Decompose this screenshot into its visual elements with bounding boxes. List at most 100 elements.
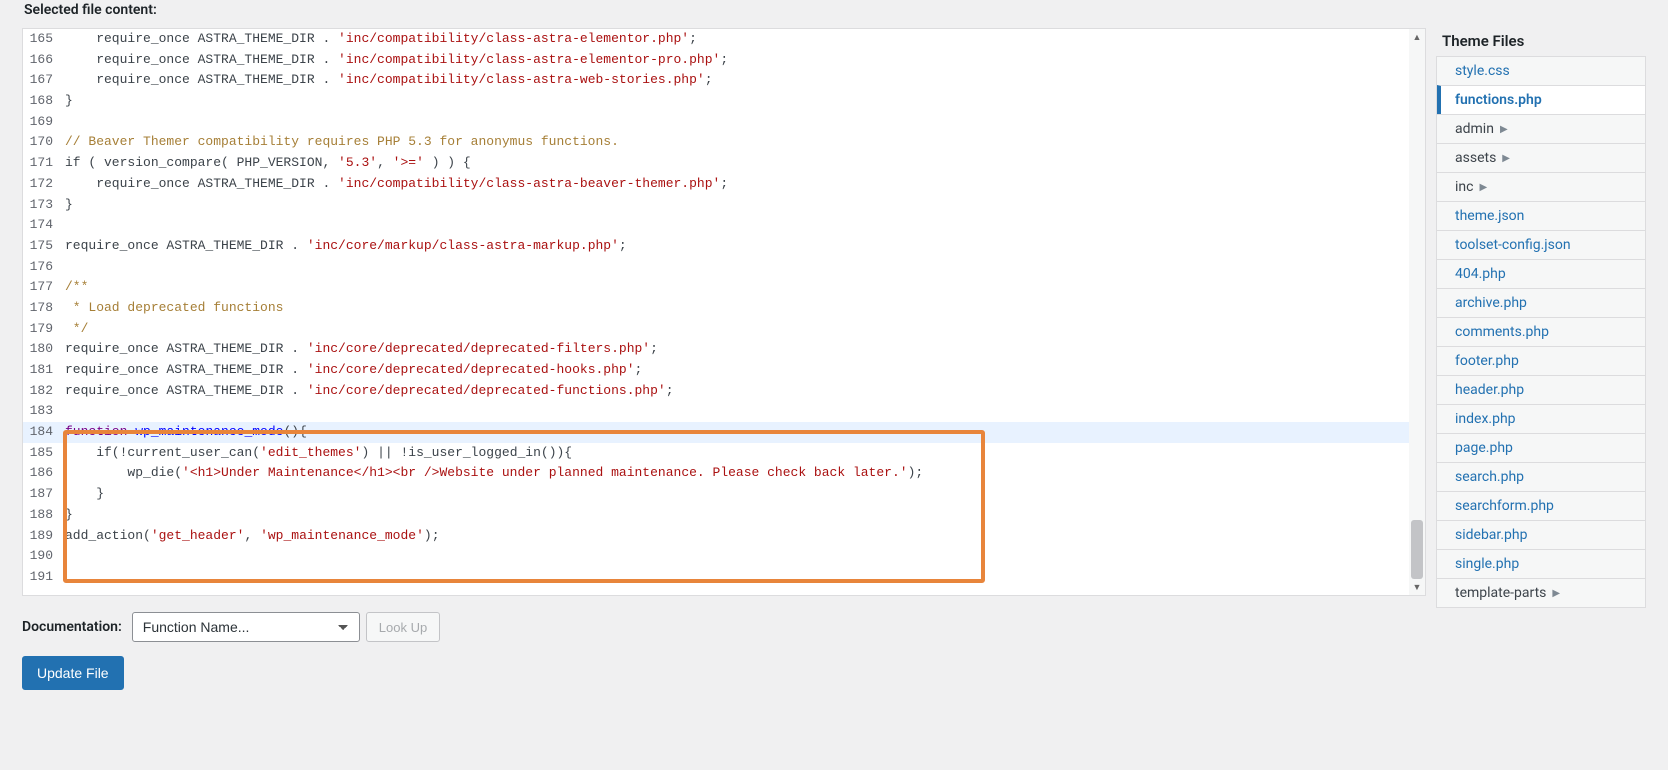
- code-line[interactable]: 172 require_once ASTRA_THEME_DIR . 'inc/…: [23, 174, 1425, 195]
- folder-label[interactable]: admin▶: [1437, 115, 1645, 143]
- code-line[interactable]: 183: [23, 401, 1425, 422]
- code-source[interactable]: [61, 257, 1425, 278]
- code-source[interactable]: function wp_maintenance_mode(){: [61, 422, 1425, 443]
- code-line[interactable]: 188}: [23, 505, 1425, 526]
- file-link[interactable]: header.php: [1437, 376, 1645, 404]
- code-line[interactable]: 191: [23, 567, 1425, 588]
- scroll-down-icon[interactable]: ▼: [1409, 579, 1425, 595]
- code-source[interactable]: if(!current_user_can('edit_themes') || !…: [61, 443, 1425, 464]
- sidebar-item-sidebar-php[interactable]: sidebar.php: [1437, 520, 1645, 549]
- sidebar-item-comments-php[interactable]: comments.php: [1437, 317, 1645, 346]
- documentation-select[interactable]: Function Name...: [132, 612, 360, 642]
- code-source[interactable]: }: [61, 484, 1425, 505]
- code-line[interactable]: 186 wp_die('<h1>Under Maintenance</h1><b…: [23, 463, 1425, 484]
- sidebar-item-404-php[interactable]: 404.php: [1437, 259, 1645, 288]
- code-line[interactable]: 174: [23, 215, 1425, 236]
- scroll-thumb[interactable]: [1411, 520, 1423, 579]
- file-link[interactable]: sidebar.php: [1437, 521, 1645, 549]
- code-source[interactable]: wp_die('<h1>Under Maintenance</h1><br />…: [61, 463, 1425, 484]
- code-line[interactable]: 168}: [23, 91, 1425, 112]
- code-line[interactable]: 167 require_once ASTRA_THEME_DIR . 'inc/…: [23, 70, 1425, 91]
- code-source[interactable]: * Load deprecated functions: [61, 298, 1425, 319]
- folder-label[interactable]: inc▶: [1437, 173, 1645, 201]
- file-link[interactable]: page.php: [1437, 434, 1645, 462]
- file-link[interactable]: theme.json: [1437, 202, 1645, 230]
- code-editor[interactable]: 165 require_once ASTRA_THEME_DIR . 'inc/…: [22, 28, 1426, 596]
- code-source[interactable]: }: [61, 91, 1425, 112]
- code-source[interactable]: // Beaver Themer compatibility requires …: [61, 132, 1425, 153]
- code-line[interactable]: 166 require_once ASTRA_THEME_DIR . 'inc/…: [23, 50, 1425, 71]
- code-source[interactable]: add_action('get_header', 'wp_maintenance…: [61, 526, 1425, 547]
- file-link[interactable]: footer.php: [1437, 347, 1645, 375]
- code-line[interactable]: 185 if(!current_user_can('edit_themes') …: [23, 443, 1425, 464]
- file-link[interactable]: single.php: [1437, 550, 1645, 578]
- code-line[interactable]: 182require_once ASTRA_THEME_DIR . 'inc/c…: [23, 381, 1425, 402]
- code-line[interactable]: 179 */: [23, 319, 1425, 340]
- scroll-up-icon[interactable]: ▲: [1409, 29, 1425, 45]
- file-link[interactable]: comments.php: [1437, 318, 1645, 346]
- sidebar-item-footer-php[interactable]: footer.php: [1437, 346, 1645, 375]
- code-source[interactable]: require_once ASTRA_THEME_DIR . 'inc/core…: [61, 236, 1425, 257]
- sidebar-item-functions-php[interactable]: functions.php: [1437, 85, 1645, 114]
- sidebar-item-admin[interactable]: admin▶: [1437, 114, 1645, 143]
- sidebar-item-archive-php[interactable]: archive.php: [1437, 288, 1645, 317]
- lookup-button[interactable]: Look Up: [366, 612, 440, 642]
- code-source[interactable]: require_once ASTRA_THEME_DIR . 'inc/core…: [61, 360, 1425, 381]
- code-line[interactable]: 180require_once ASTRA_THEME_DIR . 'inc/c…: [23, 339, 1425, 360]
- sidebar-item-index-php[interactable]: index.php: [1437, 404, 1645, 433]
- code-line[interactable]: 165 require_once ASTRA_THEME_DIR . 'inc/…: [23, 29, 1425, 50]
- sidebar-item-searchform-php[interactable]: searchform.php: [1437, 491, 1645, 520]
- code-line[interactable]: 169: [23, 112, 1425, 133]
- file-link[interactable]: searchform.php: [1437, 492, 1645, 520]
- code-line[interactable]: 178 * Load deprecated functions: [23, 298, 1425, 319]
- sidebar-item-single-php[interactable]: single.php: [1437, 549, 1645, 578]
- file-link[interactable]: archive.php: [1437, 289, 1645, 317]
- code-line[interactable]: 176: [23, 257, 1425, 278]
- code-source[interactable]: require_once ASTRA_THEME_DIR . 'inc/comp…: [61, 70, 1425, 91]
- code-line[interactable]: 184function wp_maintenance_mode(){: [23, 422, 1425, 443]
- code-source[interactable]: require_once ASTRA_THEME_DIR . 'inc/comp…: [61, 174, 1425, 195]
- code-source[interactable]: require_once ASTRA_THEME_DIR . 'inc/comp…: [61, 50, 1425, 71]
- vertical-scrollbar[interactable]: ▲ ▼: [1409, 29, 1425, 595]
- code-source[interactable]: require_once ASTRA_THEME_DIR . 'inc/comp…: [61, 29, 1425, 50]
- code-source[interactable]: [61, 215, 1425, 236]
- folder-label[interactable]: template-parts▶: [1437, 579, 1645, 607]
- code-line[interactable]: 189add_action('get_header', 'wp_maintena…: [23, 526, 1425, 547]
- sidebar-item-style-css[interactable]: style.css: [1437, 56, 1645, 85]
- file-link[interactable]: functions.php: [1441, 86, 1645, 114]
- sidebar-item-theme-json[interactable]: theme.json: [1437, 201, 1645, 230]
- code-source[interactable]: }: [61, 505, 1425, 526]
- code-source[interactable]: }: [61, 195, 1425, 216]
- code-source[interactable]: [61, 112, 1425, 133]
- code-line[interactable]: 181require_once ASTRA_THEME_DIR . 'inc/c…: [23, 360, 1425, 381]
- code-line[interactable]: 175require_once ASTRA_THEME_DIR . 'inc/c…: [23, 236, 1425, 257]
- sidebar-item-header-php[interactable]: header.php: [1437, 375, 1645, 404]
- sidebar-item-toolset-config-json[interactable]: toolset-config.json: [1437, 230, 1645, 259]
- code-line[interactable]: 177/**: [23, 277, 1425, 298]
- sidebar-item-page-php[interactable]: page.php: [1437, 433, 1645, 462]
- sidebar-item-template-parts[interactable]: template-parts▶: [1437, 578, 1645, 607]
- code-line[interactable]: 187 }: [23, 484, 1425, 505]
- code-line[interactable]: 170// Beaver Themer compatibility requir…: [23, 132, 1425, 153]
- code-source[interactable]: */: [61, 319, 1425, 340]
- code-source[interactable]: require_once ASTRA_THEME_DIR . 'inc/core…: [61, 339, 1425, 360]
- folder-label[interactable]: assets▶: [1437, 144, 1645, 172]
- file-link[interactable]: toolset-config.json: [1437, 231, 1645, 259]
- sidebar-item-inc[interactable]: inc▶: [1437, 172, 1645, 201]
- code-source[interactable]: [61, 567, 1425, 588]
- code-line[interactable]: 171if ( version_compare( PHP_VERSION, '5…: [23, 153, 1425, 174]
- file-link[interactable]: 404.php: [1437, 260, 1645, 288]
- code-source[interactable]: [61, 401, 1425, 422]
- code-source[interactable]: require_once ASTRA_THEME_DIR . 'inc/core…: [61, 381, 1425, 402]
- code-source[interactable]: [61, 546, 1425, 567]
- sidebar-item-assets[interactable]: assets▶: [1437, 143, 1645, 172]
- code-source[interactable]: /**: [61, 277, 1425, 298]
- code-line[interactable]: 190: [23, 546, 1425, 567]
- file-link[interactable]: search.php: [1437, 463, 1645, 491]
- code-source[interactable]: if ( version_compare( PHP_VERSION, '5.3'…: [61, 153, 1425, 174]
- update-file-button[interactable]: Update File: [22, 656, 124, 690]
- code-line[interactable]: 173}: [23, 195, 1425, 216]
- sidebar-item-search-php[interactable]: search.php: [1437, 462, 1645, 491]
- file-link[interactable]: style.css: [1437, 57, 1645, 85]
- file-link[interactable]: index.php: [1437, 405, 1645, 433]
